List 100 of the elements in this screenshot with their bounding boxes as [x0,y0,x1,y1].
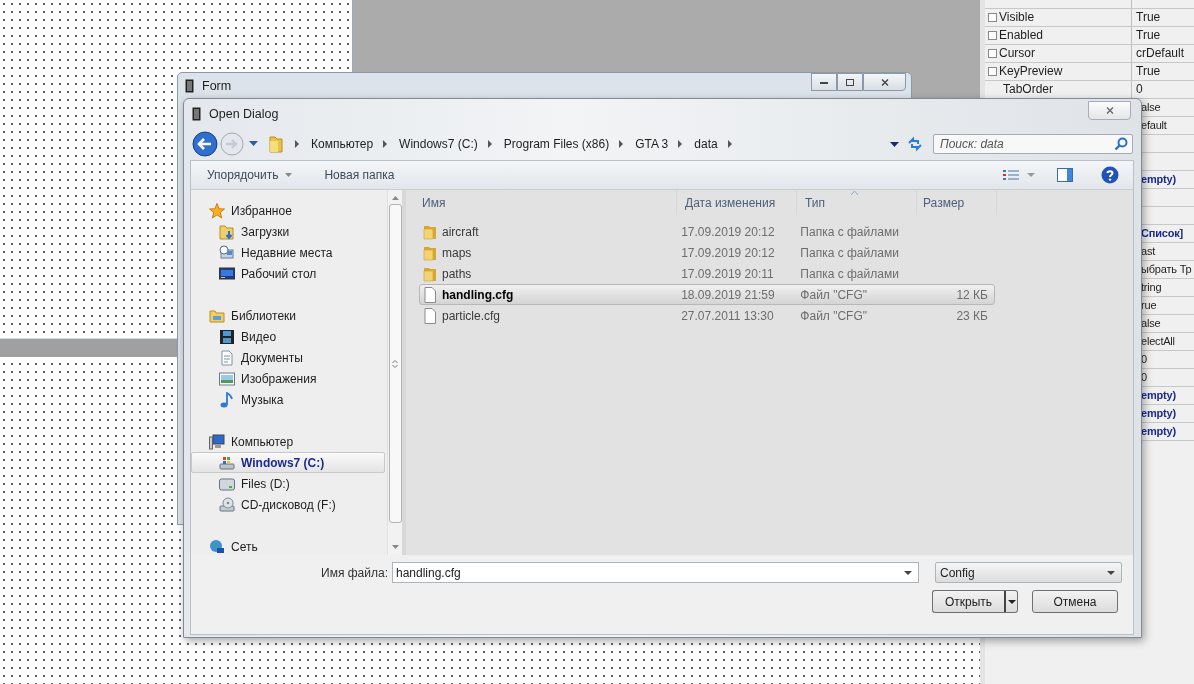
file-date: 17.09.2019 20:11 [681,266,774,281]
grip-icon [392,358,398,369]
file-icon [422,286,438,303]
property-value: electAll [1141,335,1175,347]
nav-item[interactable]: Недавние места [191,242,387,263]
search-field[interactable]: Поиск: data [933,134,1133,154]
nav-item[interactable]: CD-дисковод (F:) [191,494,387,515]
close-icon [1105,107,1114,114]
file-name-field[interactable]: handling.cfg [391,562,919,583]
property-value: efault [1141,119,1167,131]
property-checkbox[interactable] [988,13,997,22]
minimize-button[interactable] [811,73,837,91]
file-icon [422,307,438,324]
nav-item[interactable]: Документы [191,347,387,368]
column-header[interactable]: Размер [917,190,997,215]
file-size: 12 КБ [956,287,988,302]
cancel-button[interactable]: Отмена [1032,590,1118,613]
property-value: empty) [1141,425,1176,437]
download-folder-icon [219,223,235,240]
chevron-icon[interactable] [487,140,493,148]
file-type-dropdown[interactable]: Config [934,562,1122,583]
file-row[interactable]: aircraft 17.09.2019 20:12 Папка с файлами [419,221,995,242]
window-title: Form [202,78,232,93]
file-date: 17.09.2019 20:12 [681,224,775,239]
caret-icon[interactable] [890,141,899,147]
file-date: 27.07.2011 13:30 [681,308,774,323]
scrollbar[interactable] [387,190,402,555]
preview-pane-icon[interactable] [1057,168,1073,182]
document-icon [219,349,235,366]
maximize-button[interactable] [837,73,863,91]
column-header[interactable]: Тип [797,190,917,215]
search-icon[interactable] [1114,137,1128,151]
close-button[interactable] [863,73,906,91]
nav-item[interactable]: Видео [191,326,387,347]
nav-item[interactable]: Files (D:) [191,473,387,494]
property-checkbox[interactable] [988,49,997,58]
breadcrumb-item[interactable]: GTA 3 [635,137,669,151]
nav-item[interactable]: Рабочий стол [191,263,387,284]
file-type: Папка с файлами [800,224,899,239]
column-header[interactable]: Имя [414,190,677,215]
nav-item[interactable]: Сеть [191,536,387,557]
close-button[interactable] [1088,101,1131,120]
refresh-icon[interactable] [907,136,923,152]
image-icon [219,370,235,387]
back-button[interactable] [192,131,218,157]
property-name: Visible [999,9,1035,26]
property-value: empty) [1141,407,1176,419]
property-name: Cursor [999,45,1035,62]
chevron-icon[interactable] [678,140,684,148]
scroll-up-icon[interactable] [391,196,399,200]
nav-item[interactable]: Музыка [191,389,387,410]
breadcrumb-item[interactable]: Program Files (x86) [503,137,610,151]
chevron-icon[interactable] [295,140,300,148]
monitor-icon [219,265,235,282]
nav-item[interactable]: Избранное [191,200,387,221]
caret-icon [1106,570,1115,575]
nav-item[interactable]: Компьютер [191,431,387,452]
file-name: handling.cfg [442,287,514,302]
film-icon [219,328,235,345]
chevron-icon[interactable] [619,140,625,148]
file-row[interactable]: handling.cfg 18.09.2019 21:59 Файл "CFG" 12 КБ [419,284,995,305]
caret-icon[interactable] [903,571,912,575]
breadcrumb-item[interactable]: Компьютер [311,137,374,151]
file-row[interactable]: maps 17.09.2019 20:12 Папка с файлами [419,242,995,263]
chevron-icon[interactable] [383,140,389,148]
breadcrumb-item[interactable]: data [694,137,718,151]
chevron-icon[interactable] [727,140,733,148]
file-size: 23 КБ [956,308,988,323]
file-type: Папка с файлами [800,245,899,260]
file-row[interactable]: particle.cfg 27.07.2011 13:30 Файл "CFG" 23 КБ [419,305,995,326]
scrollbar-thumb[interactable] [388,204,402,523]
file-name: maps [442,245,472,260]
property-value: 0 [1136,82,1143,96]
history-caret-icon[interactable] [249,141,258,147]
new-folder-button[interactable]: Новая папка [318,166,401,184]
file-type: Файл "CFG" [800,308,868,323]
column-header[interactable]: Дата изменения [677,190,797,215]
open-options-button[interactable] [1004,590,1018,613]
scroll-down-icon[interactable] [391,545,399,549]
property-value: crDefault [1136,46,1185,60]
caret-icon [285,173,293,177]
property-value: Список] [1141,227,1183,239]
nav-item[interactable]: Библиотеки [191,305,387,326]
window-title: Open Dialog [209,106,279,121]
nav-item[interactable]: Windows7 (C:) [191,452,385,473]
nav-item[interactable]: Изображения [191,368,387,389]
star-icon [209,202,225,219]
property-checkbox[interactable] [988,31,997,40]
organize-button[interactable]: Упорядочить [201,166,299,184]
view-list-icon[interactable] [1003,169,1019,181]
file-row[interactable]: paths 17.09.2019 20:11 Папка с файлами [419,263,995,284]
folder-icon [422,244,438,261]
property-checkbox[interactable] [988,67,997,76]
breadcrumb-item[interactable]: Windows7 (C:) [399,137,478,151]
help-icon[interactable] [1101,166,1119,184]
open-button[interactable]: Открыть [932,590,1004,613]
library-folder-icon [209,307,225,324]
property-value: tring [1141,281,1162,293]
file-name: aircraft [442,224,479,239]
nav-item[interactable]: Загрузки [191,221,387,242]
